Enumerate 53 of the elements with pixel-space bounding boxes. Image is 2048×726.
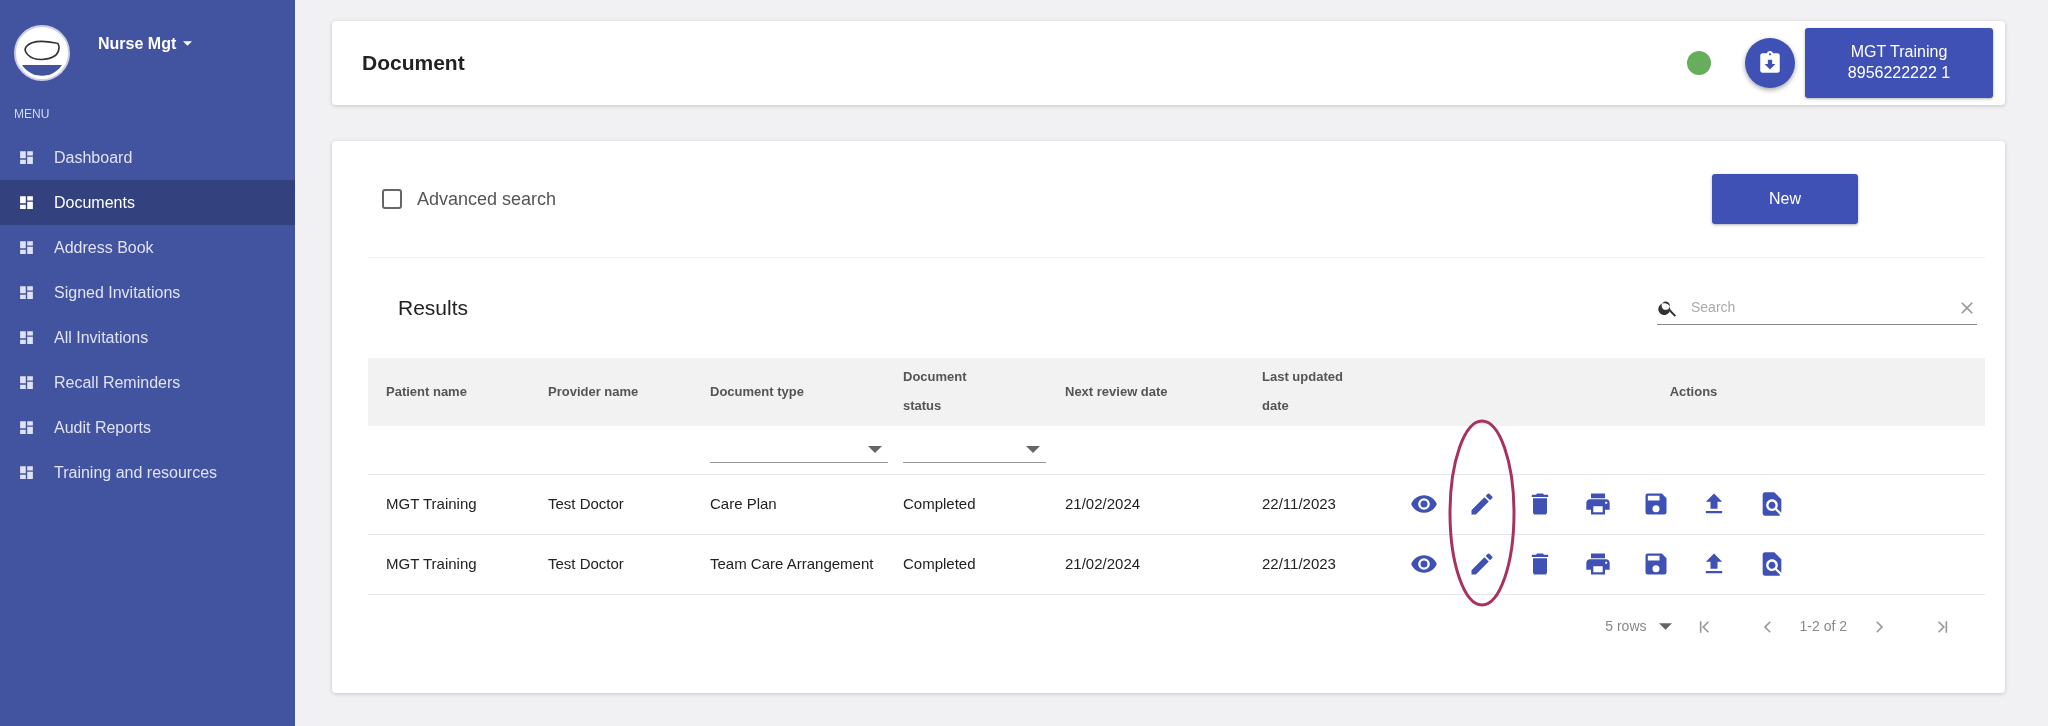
dashboard-icon — [18, 194, 35, 211]
checkbox-label: Advanced search — [417, 187, 557, 211]
table-cell: Care Plan — [692, 474, 885, 534]
column-header: Patient name — [368, 358, 530, 426]
sidebar-item[interactable]: Recall Reminders — [0, 360, 295, 405]
table-cell: 21/02/2024 — [1047, 474, 1244, 534]
table-cell: 22/11/2023 — [1244, 534, 1402, 594]
results-title: Results — [398, 295, 469, 322]
page-range: 1-2 of 2 — [1799, 617, 1847, 636]
table-cell: Test Doctor — [530, 534, 692, 594]
brand-name: Nurse Mgt — [98, 33, 177, 54]
column-header: Document type — [692, 358, 885, 426]
dashboard-icon — [18, 284, 35, 301]
sidebar-item[interactable]: Dashboard — [0, 135, 295, 180]
table-cell: MGT Training — [368, 474, 530, 534]
menu-heading: MENU — [13, 106, 51, 123]
caret-icon[interactable] — [183, 41, 193, 46]
new-button[interactable]: New — [1712, 174, 1858, 224]
sidebar-item[interactable]: Address Book — [0, 225, 295, 270]
column-header: Provider name — [530, 358, 692, 426]
dropdown-arrow-icon — [1026, 445, 1040, 453]
page-title: Document — [362, 50, 465, 77]
dashboard-icon — [18, 329, 35, 346]
column-header: Document status — [885, 358, 1047, 426]
caret-icon[interactable] — [1658, 623, 1672, 630]
search-field[interactable]: Search — [1657, 291, 1977, 325]
table-cell: Completed — [885, 474, 1047, 534]
table-cell: Team Care Arrangement — [692, 534, 885, 594]
column-header: Last updated date — [1244, 358, 1402, 426]
user-button[interactable]: MGT Training 8956222222 1 — [1805, 28, 1993, 98]
table-cell: 21/02/2024 — [1047, 534, 1244, 594]
dashboard-icon — [18, 419, 35, 436]
dashboard-icon — [18, 239, 35, 256]
sidebar-item[interactable]: Audit Reports — [0, 405, 295, 450]
dashboard-icon — [18, 464, 35, 481]
sidebar-item[interactable]: Signed Invitations — [0, 270, 295, 315]
table-cell: MGT Training — [368, 534, 530, 594]
table-cell: Test Doctor — [530, 474, 692, 534]
column-header: Next review date — [1047, 358, 1244, 426]
checkbox[interactable] — [382, 189, 402, 209]
dashboard-icon — [18, 149, 35, 166]
download-button[interactable] — [1745, 38, 1795, 88]
sidebar-item[interactable]: Documents — [0, 180, 295, 225]
column-header: Actions — [1402, 358, 1985, 426]
sidebar-item[interactable]: All Invitations — [0, 315, 295, 360]
sidebar-item[interactable]: Training and resources — [0, 450, 295, 495]
logo-drawing — [14, 24, 70, 81]
table-cell: 22/11/2023 — [1244, 474, 1402, 534]
dashboard-icon — [18, 374, 35, 391]
dropdown-arrow-icon — [868, 445, 882, 453]
rows-per-page[interactable]: 5 rows — [1605, 616, 1647, 637]
table-cell: Completed — [885, 534, 1047, 594]
clipboard-download-icon — [1757, 50, 1783, 76]
